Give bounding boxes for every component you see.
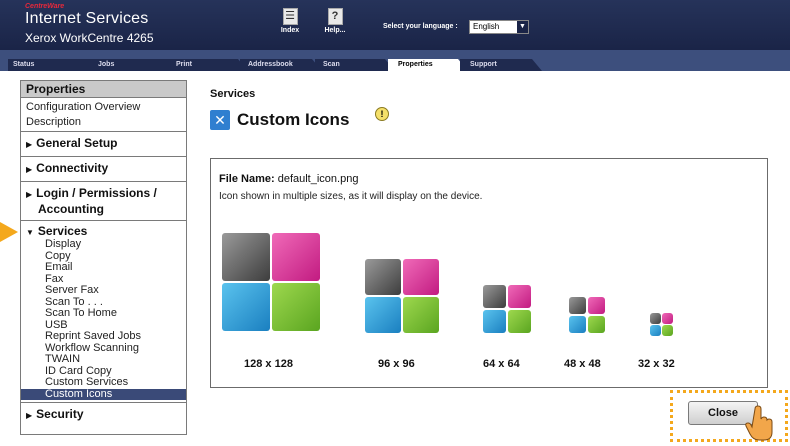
page-title-text: Custom Icons <box>237 110 350 129</box>
icon-tile-gray <box>365 259 401 295</box>
info-help-icon[interactable]: ! <box>375 107 389 121</box>
icon-tile-pink <box>588 297 605 314</box>
file-name-line: File Name: default_icon.png <box>219 173 358 185</box>
security-label: Security <box>36 407 84 421</box>
sidebar-service-item[interactable]: Scan To Home <box>21 307 186 320</box>
device-model: Xerox WorkCentre 4265 <box>25 31 154 45</box>
icon-tile-green <box>272 283 320 331</box>
size-label-32: 32 x 32 <box>638 358 675 370</box>
pointer-arrow-icon <box>0 222 18 242</box>
sidebar-item-services[interactable]: ▼ Services <box>21 221 186 239</box>
sidebar-item-login[interactable]: ▶ Login / Permissions / Accounting <box>21 181 186 220</box>
sidebar-service-item[interactable]: Display <box>21 238 186 251</box>
connectivity-label: Connectivity <box>36 161 109 175</box>
icon-tile-green <box>508 310 531 333</box>
icon-tile-blue <box>483 310 506 333</box>
icon-tile-gray <box>650 313 661 324</box>
configuration-overview-link[interactable]: Configuration Overview <box>21 98 186 116</box>
login-label-line1: Login / Permissions / <box>36 186 157 200</box>
icon-tile-green <box>588 316 605 333</box>
icon-tile-gray <box>569 297 586 314</box>
file-name-value: default_icon.png <box>277 173 359 185</box>
sidebar-item-configuration[interactable]: Configuration Overview Description <box>21 97 186 131</box>
sidebar-item-security[interactable]: ▶ Security <box>21 402 186 427</box>
icon-preview-64 <box>483 285 531 333</box>
tab-status[interactable]: Status <box>8 59 98 71</box>
language-label: Select your language : <box>383 23 458 30</box>
tab-addressbook[interactable]: Addressbook <box>240 59 322 71</box>
sidebar-group-services: ▼ Services Display Copy Email Fax Server Fax S… <box>21 220 186 402</box>
tab-jobs[interactable]: Jobs <box>88 59 178 71</box>
icon-tile-pink <box>272 233 320 281</box>
icon-tile-pink <box>508 285 531 308</box>
sidebar-service-item[interactable]: Custom Services <box>21 376 186 389</box>
login-label-line2: Accounting <box>38 202 104 216</box>
sidebar-service-item[interactable]: Email <box>21 261 186 274</box>
preview-description: Icon shown in multiple sizes, as it will… <box>219 191 483 202</box>
icon-preview-panel: File Name: default_icon.png Icon shown i… <box>210 158 768 388</box>
triangle-right-icon: ▶ <box>26 411 33 420</box>
index-label: Index <box>280 27 300 34</box>
index-icon: ☰ <box>282 8 298 25</box>
sidebar-service-item[interactable]: TWAIN <box>21 353 186 366</box>
icon-tile-blue <box>365 297 401 333</box>
services-label: Services <box>37 224 88 238</box>
sidebar-service-item[interactable]: Server Fax <box>21 284 186 297</box>
sidebar-service-item[interactable]: Reprint Saved Jobs <box>21 330 186 343</box>
index-button[interactable]: ☰ Index <box>270 8 310 34</box>
page-title: ✕ Custom Icons ! <box>210 107 450 132</box>
sidebar: Properties Configuration Overview Descri… <box>20 80 187 435</box>
size-label-48: 48 x 48 <box>564 358 601 370</box>
icon-tile-gray <box>222 233 270 281</box>
help-question-icon: ? <box>327 8 343 25</box>
tab-bar: Status Jobs Print Addressbook Scan Prope… <box>0 50 790 71</box>
tab-print[interactable]: Print <box>168 59 248 71</box>
icon-tile-pink <box>662 313 673 324</box>
tools-icon: ✕ <box>210 110 230 130</box>
tab-scan[interactable]: Scan <box>315 59 395 71</box>
chevron-down-icon[interactable]: ▼ <box>517 21 528 33</box>
icon-preview-48 <box>569 297 605 333</box>
language-value: English <box>473 22 500 31</box>
size-label-128: 128 x 128 <box>244 358 293 370</box>
tab-support[interactable]: Support <box>460 59 542 71</box>
triangle-down-icon: ▼ <box>26 228 34 237</box>
sidebar-item-connectivity[interactable]: ▶ Connectivity <box>21 156 186 181</box>
triangle-right-icon: ▶ <box>26 165 33 174</box>
services-list: Display Copy Email Fax Server Fax Scan To . .… <box>21 238 186 402</box>
help-button[interactable]: ? Help... <box>315 8 355 34</box>
icon-preview-96 <box>365 259 439 333</box>
size-label-64: 64 x 64 <box>483 358 520 370</box>
language-select[interactable]: English ▼ <box>469 20 529 34</box>
triangle-right-icon: ▶ <box>26 140 33 149</box>
brand-title: Internet Services <box>25 10 149 27</box>
triangle-right-icon: ▶ <box>26 190 33 199</box>
icon-preview-32 <box>650 313 673 336</box>
sidebar-header: Properties <box>21 81 186 97</box>
sidebar-item-general-setup[interactable]: ▶ General Setup <box>21 131 186 156</box>
general-setup-label: General Setup <box>36 136 118 150</box>
icon-tile-pink <box>403 259 439 295</box>
icon-tile-blue <box>650 325 661 336</box>
hand-cursor-icon <box>745 405 773 441</box>
tab-properties[interactable]: Properties <box>388 59 468 71</box>
section-title: Services <box>210 88 256 100</box>
description-link[interactable]: Description <box>21 116 186 131</box>
icon-tile-blue <box>569 316 586 333</box>
size-label-96: 96 x 96 <box>378 358 415 370</box>
icon-tile-blue <box>222 283 270 331</box>
icon-preview-128 <box>222 233 320 331</box>
brand-small-text: CentreWare <box>25 3 65 10</box>
icon-tile-green <box>403 297 439 333</box>
app-header: CentreWare Internet Services Xerox WorkC… <box>0 0 790 50</box>
sidebar-service-item[interactable]: Custom Icons <box>21 388 186 400</box>
icon-tile-green <box>662 325 673 336</box>
file-name-label: File Name: <box>219 173 275 185</box>
icon-tile-gray <box>483 285 506 308</box>
help-label: Help... <box>324 27 346 34</box>
